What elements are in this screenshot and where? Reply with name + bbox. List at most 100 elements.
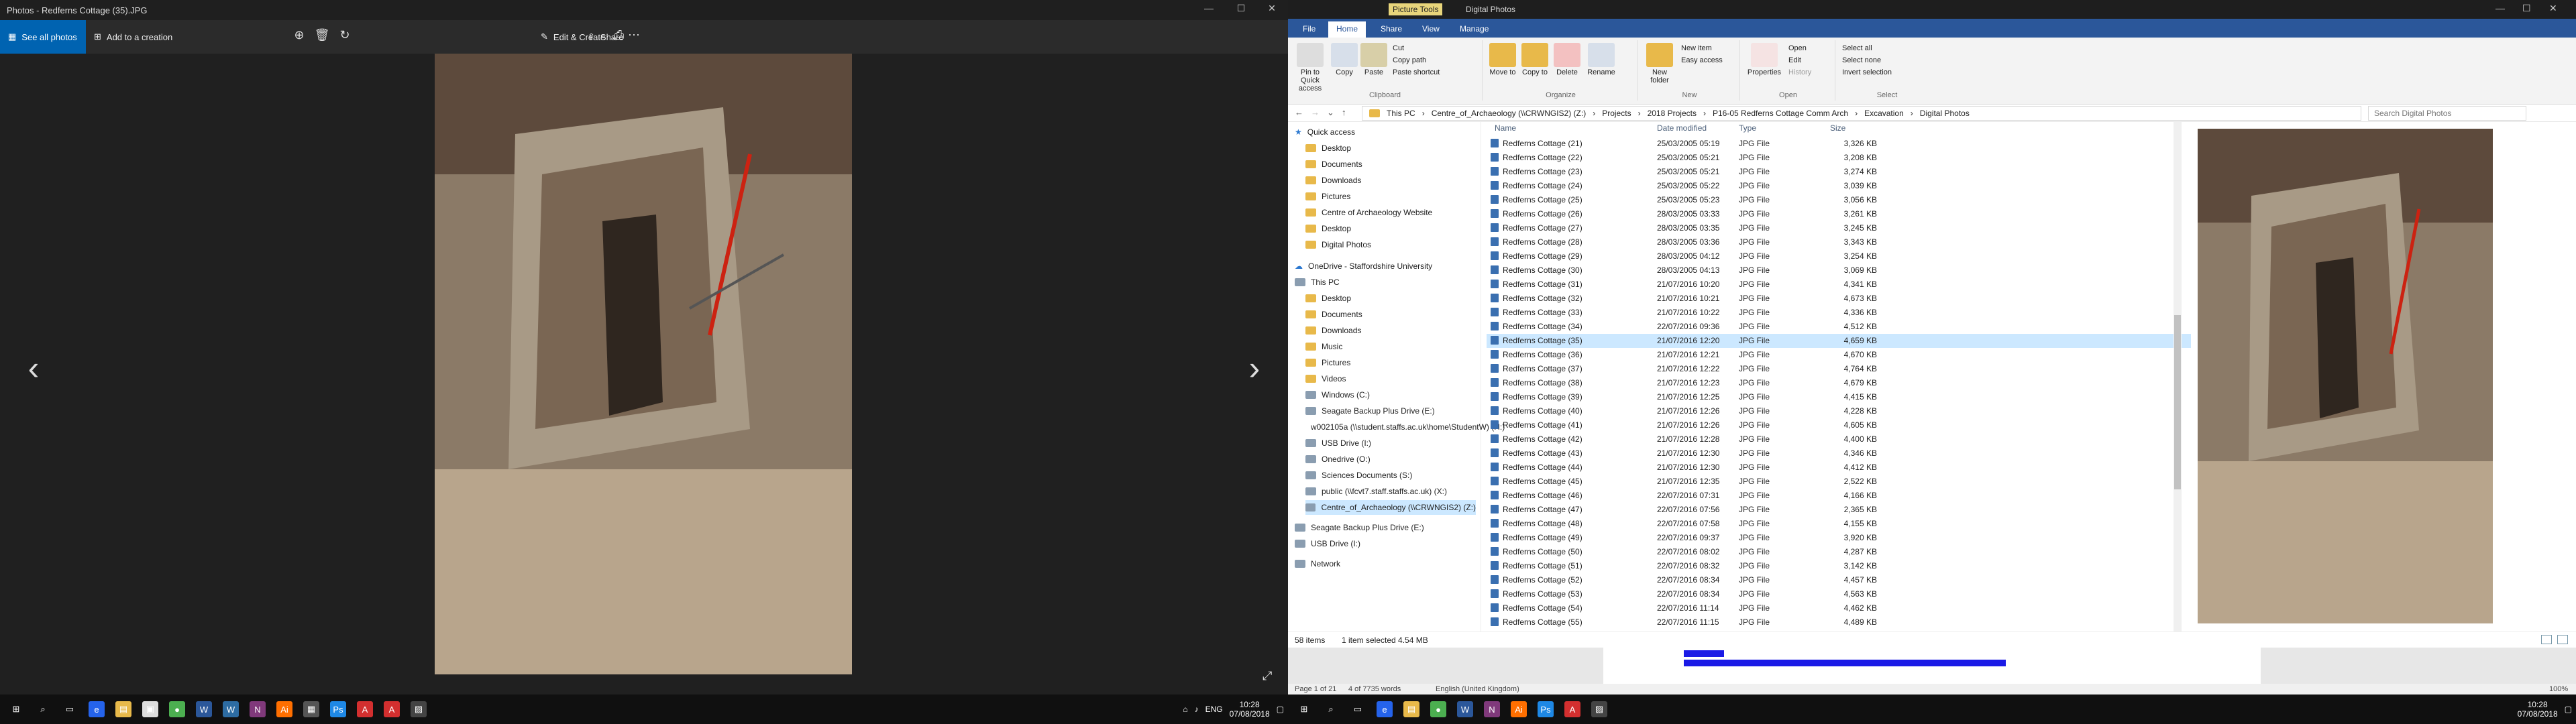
notifications-icon[interactable]: ▢ <box>1277 705 1284 714</box>
photoshop-icon[interactable]: Ps <box>1538 701 1554 717</box>
nav-item[interactable]: Centre_of_Archaeology (\\CRWNGIS2) (Z:) <box>1305 500 1476 515</box>
fullscreen-icon[interactable]: ⤢ <box>1263 669 1272 683</box>
column-size[interactable]: Size <box>1830 123 1845 133</box>
nav-item[interactable]: Sciences Documents (S:) <box>1305 468 1476 483</box>
nav-item[interactable]: Centre of Archaeology Website <box>1305 205 1476 220</box>
address-bar[interactable]: This PC › Centre_of_Archaeology (\\CRWNGI… <box>1362 106 2361 121</box>
history-button[interactable]: History <box>1788 68 1811 76</box>
nav-item[interactable]: Desktop <box>1305 291 1476 306</box>
file-explorer-icon[interactable]: ▤ <box>115 701 131 717</box>
nav-item[interactable]: ☁ OneDrive - Staffordshire University <box>1295 259 1476 274</box>
nav-item[interactable]: Desktop <box>1305 141 1476 156</box>
edge-icon[interactable]: e <box>1377 701 1393 717</box>
rotate-icon[interactable]: ↻ <box>336 28 354 42</box>
nav-item[interactable]: Videos <box>1305 371 1476 386</box>
network-icon[interactable]: ⌂ <box>1183 705 1187 714</box>
open-button[interactable]: Open <box>1788 44 1807 52</box>
move-to-button[interactable]: Move to <box>1488 43 1517 76</box>
search-icon[interactable]: ⌕ <box>35 701 51 717</box>
zoom-icon[interactable]: ⊕ <box>290 28 308 42</box>
details-view-icon[interactable] <box>2541 635 2552 644</box>
cut-button[interactable]: Cut <box>1393 44 1404 52</box>
windows-start-icon[interactable]: ⊞ <box>1296 701 1312 717</box>
notifications-icon[interactable]: ▢ <box>2565 705 2572 714</box>
column-type[interactable]: Type <box>1739 123 1756 133</box>
properties-button[interactable]: Properties <box>1746 43 1783 76</box>
paste-shortcut-button[interactable]: Paste shortcut <box>1393 68 1440 76</box>
minimize-button[interactable]: — <box>2496 3 2505 13</box>
nav-item[interactable]: Downloads <box>1305 323 1476 338</box>
nav-item[interactable]: Onedrive (O:) <box>1305 452 1476 467</box>
nav-item[interactable]: Windows (C:) <box>1305 387 1476 402</box>
search-icon[interactable]: ⌕ <box>1323 701 1339 717</box>
minimize-button[interactable]: — <box>1195 3 1222 17</box>
nav-item[interactable]: Downloads <box>1305 173 1476 188</box>
up-icon[interactable]: ↑ <box>1342 107 1346 117</box>
paste-button[interactable]: Paste <box>1360 43 1387 76</box>
select-all-button[interactable]: Select all <box>1842 44 1872 52</box>
task-view-icon[interactable]: ▭ <box>62 701 78 717</box>
tab-share[interactable]: Share <box>1373 21 1410 38</box>
nav-item[interactable]: Documents <box>1305 157 1476 172</box>
large-icons-view-icon[interactable] <box>2557 635 2568 644</box>
file-list-scroll-thumb[interactable] <box>2174 315 2181 489</box>
search-input[interactable]: Search Digital Photos <box>2368 106 2526 121</box>
nav-item[interactable]: public (\\fcvt7.staff.staffs.ac.uk) (X:) <box>1305 484 1476 499</box>
breadcrumb-4[interactable]: P16-05 Redferns Cottage Comm Arch <box>1713 109 1848 118</box>
forward-icon[interactable]: → <box>1311 107 1320 117</box>
word-word-count[interactable]: 4 of 7735 words <box>1348 685 1401 693</box>
word-icon[interactable]: W <box>196 701 212 717</box>
maximize-button[interactable]: ☐ <box>1228 3 1254 17</box>
app-icon[interactable]: ▦ <box>303 701 319 717</box>
word-zoom[interactable]: 100% <box>2549 685 2568 693</box>
easy-access-button[interactable]: Easy access <box>1681 56 1723 64</box>
windows-start-icon[interactable]: ⊞ <box>8 701 24 717</box>
language-indicator[interactable]: ENG <box>1205 705 1223 714</box>
word-page-count[interactable]: Page 1 of 21 <box>1295 685 1336 693</box>
illustrator-icon[interactable]: Ai <box>1511 701 1527 717</box>
see-all-photos-button[interactable]: ▦ See all photos <box>0 20 86 54</box>
nav-item[interactable]: Pictures <box>1305 189 1476 204</box>
pin-quick-access-button[interactable]: Pin to Quick access <box>1293 43 1327 93</box>
word-language[interactable]: English (United Kingdom) <box>1436 685 1519 693</box>
maximize-button[interactable]: ☐ <box>2522 3 2531 14</box>
acrobat-icon[interactable]: A <box>357 701 373 717</box>
delete-button[interactable]: Delete <box>1552 43 1582 76</box>
close-button[interactable]: ✕ <box>2549 3 2557 14</box>
rename-button[interactable]: Rename <box>1585 43 1618 76</box>
tab-view[interactable]: View <box>1414 21 1448 38</box>
tab-file[interactable]: File <box>1295 21 1324 38</box>
nav-item[interactable]: USB Drive (I:) <box>1295 536 1476 551</box>
tab-manage[interactable]: Manage <box>1452 21 1497 38</box>
photoshop-icon[interactable]: Ps <box>330 701 346 717</box>
onenote-icon[interactable]: N <box>250 701 266 717</box>
acrobat-alt-icon[interactable]: A <box>384 701 400 717</box>
column-date[interactable]: Date modified <box>1657 123 1707 133</box>
breadcrumb-6[interactable]: Digital Photos <box>1920 109 1970 118</box>
new-folder-button[interactable]: New folder <box>1644 43 1676 84</box>
nav-item[interactable]: Desktop <box>1305 221 1476 236</box>
photos-taskbar-icon[interactable]: ▨ <box>1591 701 1607 717</box>
copy-path-button[interactable]: Copy path <box>1393 56 1426 64</box>
nav-item[interactable]: This PC <box>1295 275 1476 290</box>
nav-item[interactable]: ★ Quick access <box>1295 125 1476 139</box>
previous-arrow-icon[interactable]: ‹ <box>20 349 47 387</box>
more-icon[interactable]: ⋯ <box>625 28 643 42</box>
onenote-icon[interactable]: N <box>1484 701 1500 717</box>
recent-chevron-icon[interactable]: ⌄ <box>1327 107 1334 118</box>
nav-item[interactable]: Documents <box>1305 307 1476 322</box>
breadcrumb-5[interactable]: Excavation <box>1864 109 1904 118</box>
nav-item[interactable]: Seagate Backup Plus Drive (E:) <box>1295 520 1476 535</box>
word-icon[interactable]: W <box>1457 701 1473 717</box>
add-to-creation-button[interactable]: ⊞ Add to a creation <box>94 20 172 54</box>
select-none-button[interactable]: Select none <box>1842 56 1881 64</box>
store-icon[interactable]: ▣ <box>142 701 158 717</box>
nav-item[interactable]: Pictures <box>1305 355 1476 370</box>
file-explorer-icon[interactable]: ▤ <box>1403 701 1419 717</box>
tab-home[interactable]: Home <box>1328 21 1366 38</box>
nav-item[interactable]: Music <box>1305 339 1476 354</box>
illustrator-icon[interactable]: Ai <box>276 701 292 717</box>
edge-icon[interactable]: e <box>89 701 105 717</box>
copy-button[interactable]: Copy <box>1331 43 1358 76</box>
word-alt-icon[interactable]: W <box>223 701 239 717</box>
